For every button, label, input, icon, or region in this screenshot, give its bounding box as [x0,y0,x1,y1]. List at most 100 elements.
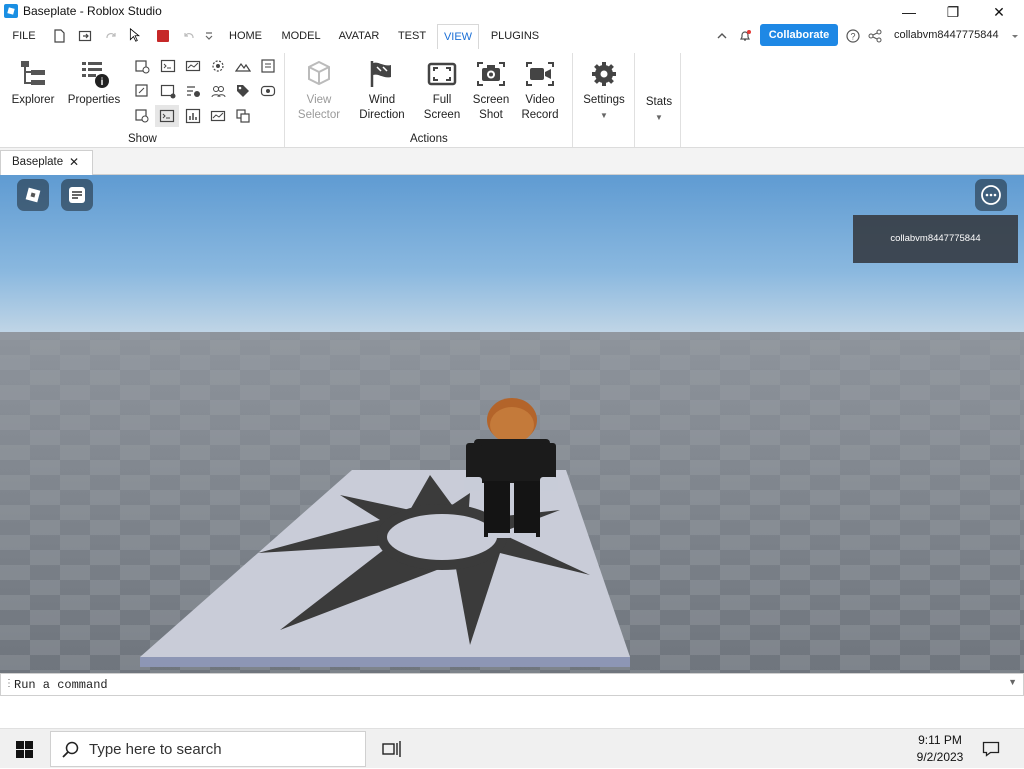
system-clock[interactable]: 9:11 PM 9/2/2023 [905,732,975,766]
chat-button[interactable] [61,179,93,211]
username-label[interactable]: collabvm8447775844 [894,29,999,41]
bar-chart-icon[interactable] [185,108,201,124]
mouse-cursor-icon [129,28,140,42]
properties-icon: i [82,62,109,88]
windows-overlay-icon[interactable] [235,108,251,124]
ui-editor-icon[interactable] [260,83,276,99]
tab-avatar[interactable]: AVATAR [334,24,384,49]
document-tab-label: Baseplate [12,156,64,168]
collapse-ribbon-icon[interactable] [715,29,729,43]
stats-button[interactable]: Stats ▼ [640,95,678,125]
title-bar: Baseplate - Roblox Studio — ❐ ✕ [0,0,1024,24]
screen-shot-label-line1: Screen [472,94,510,106]
full-screen-icon [427,62,457,86]
start-button[interactable] [0,729,48,769]
tab-view[interactable]: VIEW [437,24,479,50]
wind-direction-button[interactable]: Wind Direction [354,59,410,123]
more-options-button[interactable] [975,179,1007,211]
publish-icon[interactable] [78,29,92,43]
wind-direction-label-line1: Wind [368,94,396,106]
chat-icon [69,187,85,203]
stats-label: Stats [645,96,673,108]
tab-home[interactable]: HOME [223,24,268,49]
command-bar-toggle-icon[interactable] [160,83,176,99]
more-options-icon [981,185,1001,205]
tags-icon[interactable] [235,83,251,99]
group-divider [572,53,573,147]
show-group-label: Show [128,133,157,145]
user-dropdown-chevron-icon[interactable] [1010,29,1020,43]
tab-model[interactable]: MODEL [276,24,326,49]
roblox-studio-logo-icon [4,4,18,18]
explorer-button[interactable]: Explorer [8,59,58,108]
context-icon[interactable] [134,108,150,124]
camera-icon [477,62,505,86]
minimize-button[interactable]: — [886,0,932,24]
minimize-icon: — [902,4,916,20]
windows-logo-icon [16,741,33,758]
wind-flag-icon [370,61,391,87]
video-record-label-line2: Record [521,109,559,121]
svg-text:i: i [101,77,104,88]
redo-icon[interactable] [104,29,118,43]
find-results-icon[interactable] [185,83,201,99]
settings-label: Settings [583,94,625,106]
3d-viewport[interactable]: collabvm8447775844 [0,175,1024,673]
group-divider [680,53,681,147]
restore-button[interactable]: ❐ [930,0,976,24]
close-window-button[interactable]: ✕ [976,0,1022,24]
screen-shot-button[interactable]: Screen Shot [468,59,514,123]
line-graph-icon[interactable] [210,108,226,124]
drag-grip-icon[interactable]: ⋮ [4,678,14,689]
output-icon[interactable] [160,58,176,74]
player-list-entry[interactable]: collabvm8447775844 [853,215,1018,263]
document-tab-baseplate[interactable]: Baseplate ✕ [0,150,93,175]
explorer-icon [21,61,45,85]
customize-toolbar-icon[interactable] [204,29,214,43]
notification-center-icon[interactable] [982,740,1000,758]
collaborate-button[interactable]: Collaborate [760,24,838,46]
video-camera-icon [526,62,554,86]
help-icon[interactable]: ? [846,29,860,43]
view-selector-button[interactable]: View Selector [292,59,346,123]
tab-test[interactable]: TEST [392,24,432,49]
team-create-icon[interactable] [210,58,226,74]
notification-bell-icon[interactable] [738,29,752,43]
undo-icon[interactable] [182,29,196,43]
command-input[interactable] [14,677,1004,693]
windows-taskbar: Type here to search 9:11 PM 9/2/2023 [0,728,1024,768]
tab-plugins[interactable]: PLUGINS [486,24,544,49]
search-icon [62,741,79,758]
terrain-editor-icon[interactable] [235,58,251,74]
task-view-icon[interactable] [382,740,402,758]
view-selector-label-line1: View [306,94,332,106]
command-history-dropdown-icon[interactable]: ▼ [1008,677,1017,687]
roblox-menu-button[interactable] [17,179,49,211]
properties-label: Properties [67,94,121,106]
stop-icon[interactable] [156,29,170,43]
restore-icon: ❐ [946,3,960,20]
full-screen-button[interactable]: Full Screen [418,59,466,123]
screen-shot-label-line2: Shot [479,109,503,121]
close-tab-icon[interactable]: ✕ [69,151,79,173]
command-bar-toggle-active[interactable] [155,105,179,127]
collaborators-icon[interactable] [210,83,226,99]
video-record-button[interactable]: Video Record [516,59,564,123]
toolbox-icon[interactable] [134,58,150,74]
svg-text:?: ? [850,32,855,42]
video-record-label-line1: Video [525,94,555,106]
settings-chevron-down-icon: ▼ [600,111,608,120]
properties-button[interactable]: i Properties [64,59,124,108]
file-menu[interactable]: FILE [8,24,40,49]
group-divider [634,53,635,147]
taskbar-search-box[interactable]: Type here to search [50,731,366,767]
share-icon[interactable] [868,29,882,43]
script-performance-icon[interactable] [185,58,201,74]
search-placeholder: Type here to search [89,741,222,758]
wind-direction-label-line2: Direction [359,109,405,121]
full-screen-label-line2: Screen [423,109,461,121]
asset-manager-icon[interactable] [134,83,150,99]
tag-editor-icon[interactable] [260,58,276,74]
settings-button[interactable]: Settings ▼ [580,59,628,123]
new-file-icon[interactable] [52,29,66,43]
